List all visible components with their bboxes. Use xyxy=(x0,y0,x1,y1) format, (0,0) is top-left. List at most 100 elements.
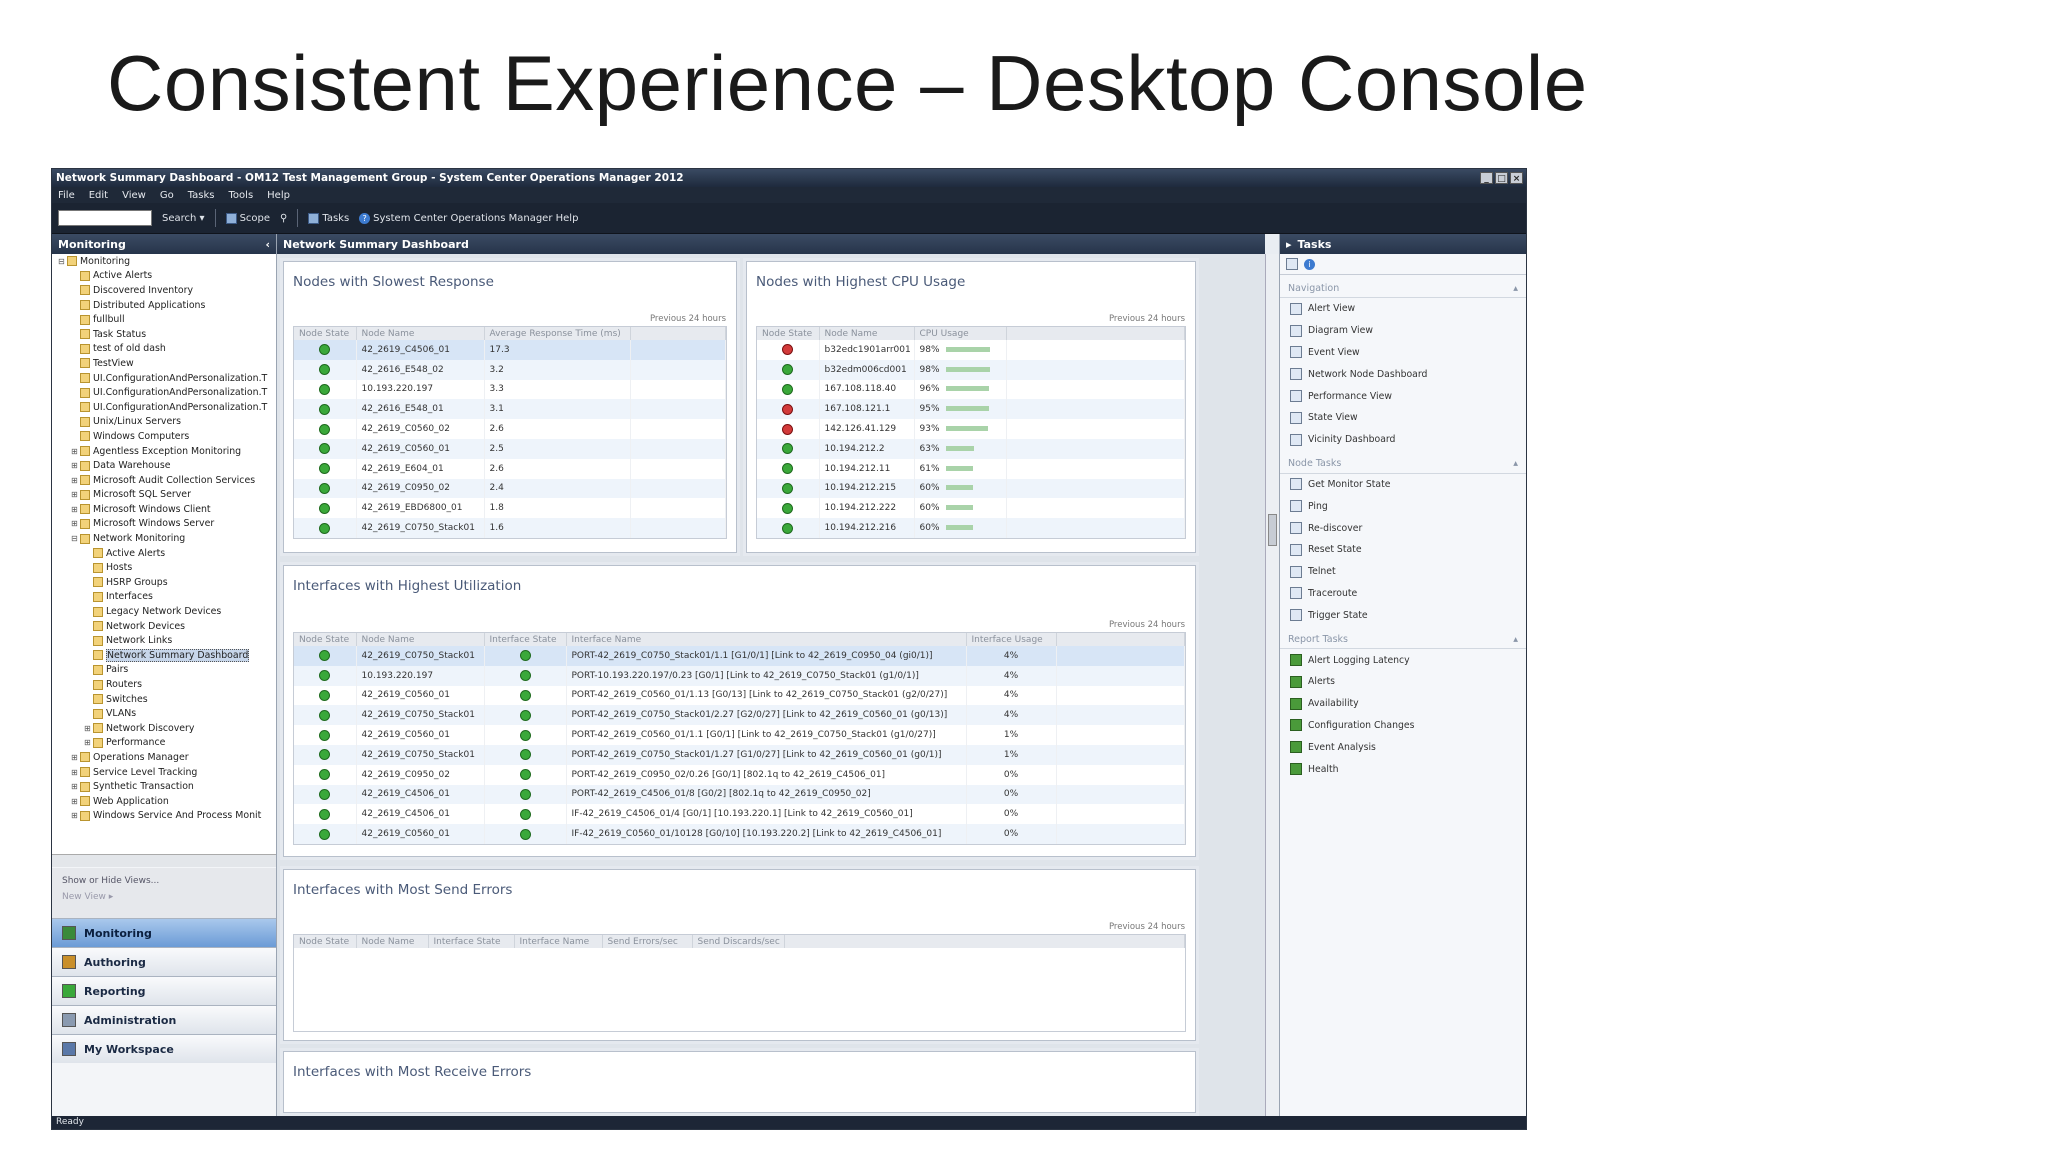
table-row[interactable]: b32edc1901arr001 98% xyxy=(757,340,1185,360)
wunderbar-reporting-button[interactable]: Reporting xyxy=(52,976,276,1005)
table-row[interactable]: 10.194.212.216 60% xyxy=(757,518,1185,538)
maximize-button[interactable]: □ xyxy=(1495,172,1508,184)
column-header[interactable]: Interface Name xyxy=(566,633,967,646)
expander-icon[interactable]: ⊞ xyxy=(71,490,80,499)
menu-file[interactable]: File xyxy=(58,190,75,201)
task-item[interactable]: Performance View xyxy=(1280,385,1526,407)
tree-item[interactable]: ⊞ Web Application xyxy=(52,794,276,809)
expander-icon[interactable]: ⊞ xyxy=(71,447,80,456)
menu-go[interactable]: Go xyxy=(160,190,174,201)
expander-icon[interactable]: ⊞ xyxy=(71,782,80,791)
tasks-tab-icon[interactable] xyxy=(1286,258,1298,270)
tree-item[interactable]: TestView xyxy=(52,356,276,371)
tree-item[interactable]: ⊞ Performance xyxy=(52,736,276,751)
table-row[interactable]: 42_2619_E604_01 2.6 xyxy=(294,458,726,479)
table-row[interactable]: 42_2619_EBD6800_01 1.8 xyxy=(294,498,726,519)
collapse-section-icon[interactable]: ▴ xyxy=(1513,283,1518,294)
table-row[interactable]: 10.194.212.222 60% xyxy=(757,498,1185,519)
column-header[interactable]: Interface Usage xyxy=(966,633,1057,646)
task-item[interactable]: Event Analysis xyxy=(1280,736,1526,758)
help-tab-icon[interactable]: i xyxy=(1304,258,1315,270)
task-item[interactable]: Health xyxy=(1280,758,1526,780)
task-item[interactable]: Re-discover xyxy=(1280,517,1526,539)
wunderbar-authoring-button[interactable]: Authoring xyxy=(52,947,276,976)
task-item[interactable]: Get Monitor State xyxy=(1280,474,1526,496)
tasks-button[interactable]: Tasks xyxy=(308,212,349,224)
table-row[interactable]: 42_2619_C0560_01 IF-42_2619_C0560_01/1012… xyxy=(294,824,1185,844)
table-row[interactable]: 10.194.212.215 60% xyxy=(757,478,1185,499)
expander-icon[interactable]: ⊟ xyxy=(71,534,80,543)
close-button[interactable]: × xyxy=(1510,172,1523,184)
task-item[interactable]: Ping xyxy=(1280,495,1526,517)
tree-item[interactable]: fullbull xyxy=(52,312,276,327)
column-header[interactable]: Node State xyxy=(294,633,357,646)
tree-item[interactable]: ⊞ Operations Manager xyxy=(52,750,276,765)
tree-item[interactable]: ⊞ Microsoft Audit Collection Services xyxy=(52,473,276,488)
task-item[interactable]: Alert View xyxy=(1280,298,1526,320)
table-row[interactable]: 10.194.212.11 61% xyxy=(757,458,1185,479)
dashboard-vertical-scrollbar[interactable] xyxy=(1265,254,1279,1116)
tree-item[interactable]: ⊞ Microsoft Windows Server xyxy=(52,517,276,532)
column-header[interactable]: Node State xyxy=(757,327,820,340)
table-row[interactable]: 10.193.220.197 3.3 xyxy=(294,379,726,400)
menu-tools[interactable]: Tools xyxy=(229,190,254,201)
wunderbar-monitoring-button[interactable]: Monitoring xyxy=(52,918,276,947)
task-item[interactable]: State View xyxy=(1280,407,1526,429)
tree-item[interactable]: ⊞ Synthetic Transaction xyxy=(52,779,276,794)
tree-item[interactable]: ⊞ Network Discovery xyxy=(52,721,276,736)
column-header[interactable]: Node Name xyxy=(356,935,429,948)
table-row[interactable]: b32edm006cd001 98% xyxy=(757,359,1185,380)
menu-tasks[interactable]: Tasks xyxy=(188,190,215,201)
search-input[interactable] xyxy=(58,210,152,226)
table-row[interactable]: 42_2619_C0560_01 PORT-42_2619_C0560_01/1.… xyxy=(294,725,1185,745)
new-view-link[interactable]: New View ▸ xyxy=(62,892,266,902)
table-row[interactable]: 10.193.220.197 PORT-10.193.220.197/0.23 [… xyxy=(294,665,1185,686)
column-header[interactable]: Interface State xyxy=(484,633,567,646)
column-header[interactable]: CPU Usage xyxy=(914,327,1007,340)
tree-item[interactable]: UI.ConfigurationAndPersonalization.T xyxy=(52,385,276,400)
task-item[interactable]: Vicinity Dashboard xyxy=(1280,429,1526,451)
find-button[interactable]: ⚲ xyxy=(280,213,287,224)
expander-icon[interactable]: ⊞ xyxy=(71,753,80,762)
task-item[interactable]: Reset State xyxy=(1280,539,1526,561)
expander-icon[interactable]: ⊞ xyxy=(71,768,80,777)
menu-edit[interactable]: Edit xyxy=(89,190,108,201)
task-section-header[interactable]: Report Tasks ▴ xyxy=(1280,630,1526,650)
table-row[interactable]: 42_2619_C4506_01 17.3 xyxy=(294,340,726,360)
tree-item[interactable]: test of old dash xyxy=(52,342,276,357)
column-header[interactable]: Node State xyxy=(294,935,357,948)
expander-icon[interactable]: ⊞ xyxy=(84,724,93,733)
column-header[interactable]: Send Errors/sec xyxy=(602,935,693,948)
table-row[interactable]: 42_2619_C0560_01 PORT-42_2619_C0560_01/1.… xyxy=(294,685,1185,706)
table-row[interactable]: 42_2619_C0750_Stack01 PORT-42_2619_C0750_… xyxy=(294,646,1185,666)
task-section-header[interactable]: Navigation ▴ xyxy=(1280,279,1526,298)
tree-item[interactable]: Hosts xyxy=(52,560,276,575)
task-item[interactable]: Traceroute xyxy=(1280,583,1526,605)
column-header[interactable]: Node Name xyxy=(356,327,485,340)
tree-item[interactable]: Active Alerts xyxy=(52,546,276,561)
tree-item[interactable]: Unix/Linux Servers xyxy=(52,415,276,430)
wunderbar-administration-button[interactable]: Administration xyxy=(52,1005,276,1034)
tree-item[interactable]: ⊟ Network Monitoring xyxy=(52,531,276,546)
column-header[interactable]: Node Name xyxy=(819,327,915,340)
table-row[interactable]: 42_2619_C0560_02 2.6 xyxy=(294,419,726,439)
tree-item[interactable]: HSRP Groups xyxy=(52,575,276,590)
tree-item[interactable]: Pairs xyxy=(52,663,276,678)
tree-item[interactable]: Discovered Inventory xyxy=(52,283,276,298)
tree-item[interactable]: VLANs xyxy=(52,706,276,721)
table-row[interactable]: 142.126.41.129 93% xyxy=(757,419,1185,439)
show-hide-views-link[interactable]: Show or Hide Views... xyxy=(62,876,266,886)
table-row[interactable]: 10.194.212.2 63% xyxy=(757,438,1185,459)
menu-view[interactable]: View xyxy=(122,190,146,201)
task-item[interactable]: Alerts xyxy=(1280,671,1526,693)
collapse-section-icon[interactable]: ▴ xyxy=(1513,458,1518,469)
tree-item[interactable]: ⊞ Microsoft SQL Server xyxy=(52,488,276,503)
tree-horizontal-scrollbar[interactable] xyxy=(52,854,276,867)
table-row[interactable]: 42_2619_C4506_01 PORT-42_2619_C4506_01/8 … xyxy=(294,784,1185,805)
tree-item[interactable]: Network Links xyxy=(52,633,276,648)
expander-icon[interactable]: ⊞ xyxy=(71,797,80,806)
column-header[interactable]: Node State xyxy=(294,327,357,340)
tree-item[interactable]: Legacy Network Devices xyxy=(52,604,276,619)
expander-icon[interactable]: ⊞ xyxy=(71,461,80,470)
task-section-header[interactable]: Node Tasks ▴ xyxy=(1280,455,1526,474)
